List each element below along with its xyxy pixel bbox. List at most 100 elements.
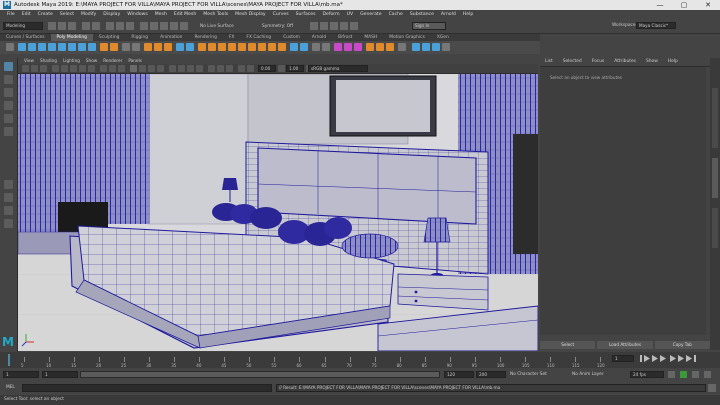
combine-icon[interactable]: [144, 43, 152, 51]
current-frame-field[interactable]: 1: [612, 355, 634, 362]
isolate-select-icon[interactable]: [238, 65, 245, 72]
ae-tab-attributes[interactable]: Attributes: [609, 58, 641, 66]
ae-tab-help[interactable]: Help: [663, 58, 683, 66]
menu-cache[interactable]: Cache: [389, 12, 403, 17]
poly-plane-icon[interactable]: [68, 43, 76, 51]
poly-disc-icon[interactable]: [78, 43, 86, 51]
retopo-icon[interactable]: [322, 43, 330, 51]
menu-modify[interactable]: Modify: [81, 12, 96, 17]
poly-cylinder-icon[interactable]: [38, 43, 46, 51]
shelf-tab-rigging[interactable]: Rigging: [125, 34, 154, 41]
range-bar[interactable]: [80, 371, 440, 378]
select-tool-icon[interactable]: [4, 62, 13, 71]
select-camera-icon[interactable]: [22, 65, 29, 72]
gamma-field[interactable]: 1.00: [286, 65, 304, 72]
sign-in-button[interactable]: Sign In: [412, 22, 446, 30]
paint-select-tool-icon[interactable]: [4, 88, 13, 97]
shelf-tab-fx-caching[interactable]: FX Caching: [240, 34, 277, 41]
use-all-lights-icon[interactable]: [178, 65, 185, 72]
mirror-icon[interactable]: [186, 43, 194, 51]
playback-end-field[interactable]: 120: [444, 371, 474, 378]
make-live-icon[interactable]: [300, 43, 308, 51]
separate-icon[interactable]: [154, 43, 162, 51]
shelf-tab-motion-graphics[interactable]: Motion Graphics: [383, 34, 431, 41]
shelf-tab-xgen[interactable]: XGen: [431, 34, 455, 41]
shelf-tab-custom[interactable]: Custom: [277, 34, 306, 41]
fps-dropdown[interactable]: 24 fps: [630, 371, 664, 378]
camera-attributes-icon[interactable]: [31, 65, 38, 72]
shelf-tab-mash[interactable]: MASH: [358, 34, 383, 41]
ae-tab-focus[interactable]: Focus: [587, 58, 610, 66]
resolution-gate-icon[interactable]: [79, 65, 86, 72]
uv-shelf-icon[interactable]: [432, 43, 440, 51]
menu-curves[interactable]: Curves: [273, 12, 289, 17]
menu-help[interactable]: Help: [463, 12, 473, 17]
current-time-indicator[interactable]: [8, 354, 10, 366]
menu-substance[interactable]: Substance: [410, 12, 434, 17]
quad-draw-icon[interactable]: [290, 43, 298, 51]
sound-icon[interactable]: [692, 371, 699, 378]
perspective-viewport[interactable]: [18, 74, 538, 351]
ambient-occlusion-icon[interactable]: [196, 65, 203, 72]
playback-start-field[interactable]: 1: [42, 371, 78, 378]
poly-sphere-icon[interactable]: [18, 43, 26, 51]
svg-icon[interactable]: [132, 43, 140, 51]
snapshot-shelf-icon[interactable]: [442, 43, 450, 51]
bridge-icon[interactable]: [208, 43, 216, 51]
film-gate-icon[interactable]: [70, 65, 77, 72]
boolean-icon[interactable]: [176, 43, 184, 51]
insert-edge-loop-icon[interactable]: [268, 43, 276, 51]
bookmarks-icon[interactable]: [40, 65, 47, 72]
poly-cone-icon[interactable]: [48, 43, 56, 51]
minimize-button[interactable]: —: [648, 0, 672, 10]
smooth-icon[interactable]: [164, 43, 172, 51]
exposure-field[interactable]: 0.00: [258, 65, 276, 72]
super-shape-icon[interactable]: [100, 43, 108, 51]
shelf-tab-arnold[interactable]: Arnold: [306, 34, 332, 41]
rotate-tool-icon[interactable]: [4, 114, 13, 123]
uv-editor-icon[interactable]: [354, 43, 362, 51]
menu-display[interactable]: Display: [103, 12, 120, 17]
menu-file[interactable]: File: [7, 12, 15, 17]
fill-hole-icon[interactable]: [228, 43, 236, 51]
menu-windows[interactable]: Windows: [127, 12, 148, 17]
delete-history-icon[interactable]: [386, 43, 394, 51]
menu-set-dropdown[interactable]: Modeling: [3, 22, 43, 30]
xray-icon[interactable]: [157, 65, 164, 72]
hypershade-shelf-icon[interactable]: [412, 43, 420, 51]
shelf-tab-animation[interactable]: Animation: [154, 34, 188, 41]
extrude-icon[interactable]: [198, 43, 206, 51]
safe-action-icon[interactable]: [109, 65, 116, 72]
animation-end-field[interactable]: 200: [476, 371, 506, 378]
poly-cube-icon[interactable]: [28, 43, 36, 51]
menu-mesh[interactable]: Mesh: [155, 12, 167, 17]
render-shelf-icon[interactable]: [422, 43, 430, 51]
workspace-dropdown[interactable]: Maya Classic*: [636, 22, 676, 29]
animation-start-field[interactable]: 1: [3, 371, 39, 378]
close-button[interactable]: ✕: [696, 0, 720, 10]
reduce-icon[interactable]: [312, 43, 320, 51]
side-tab-modeling-toolkit[interactable]: [712, 208, 718, 248]
target-weld-icon[interactable]: [248, 43, 256, 51]
menu-generate[interactable]: Generate: [360, 12, 381, 17]
animation-prefs-icon[interactable]: [704, 371, 711, 378]
ae-tab-selected[interactable]: Selected: [558, 58, 587, 66]
gamma-icon[interactable]: [278, 65, 285, 72]
side-tab-channel-box[interactable]: [712, 88, 718, 148]
command-input[interactable]: [22, 384, 272, 392]
anti-aliasing-icon[interactable]: [217, 65, 224, 72]
anim-layer-dropdown[interactable]: No Anim Layer: [572, 372, 604, 377]
single-perspective-layout-icon[interactable]: [4, 180, 13, 189]
ae-copy-tab-button[interactable]: Copy Tab: [654, 341, 710, 349]
safe-title-icon[interactable]: [118, 65, 125, 72]
maximize-button[interactable]: ▢: [672, 0, 696, 10]
platonic-solid-icon[interactable]: [88, 43, 96, 51]
menu-mesh-tools[interactable]: Mesh Tools: [203, 12, 228, 17]
menu-arnold[interactable]: Arnold: [441, 12, 456, 17]
side-tab-attribute-editor[interactable]: [712, 158, 718, 198]
textured-icon[interactable]: [169, 65, 176, 72]
bevel-icon[interactable]: [218, 43, 226, 51]
script-editor-icon[interactable]: [708, 384, 716, 392]
modeling-toolkit-icon[interactable]: [398, 43, 406, 51]
ae-tab-show[interactable]: Show: [641, 58, 663, 66]
